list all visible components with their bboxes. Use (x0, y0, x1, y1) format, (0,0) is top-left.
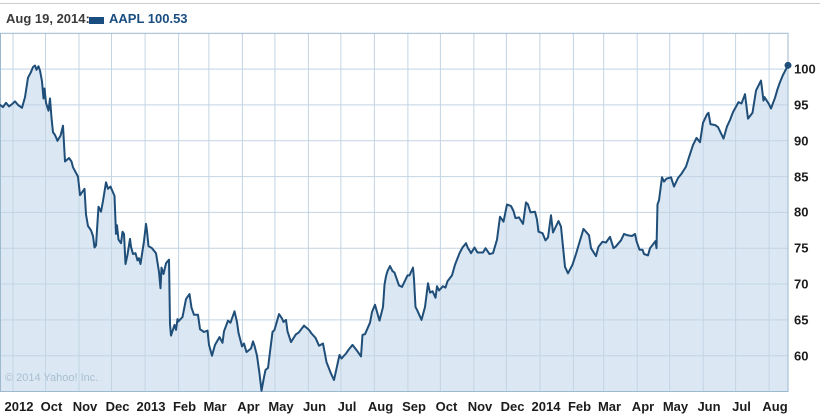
x-tick-label: Sep (402, 399, 426, 414)
y-tick-label: 60 (794, 348, 809, 364)
x-tick-label: Jul (732, 399, 751, 414)
y-tick-label: 80 (794, 204, 809, 220)
y-tick-label: 75 (794, 240, 809, 256)
x-tick-label: 2012 (4, 399, 34, 414)
x-tick-label: Nov (467, 399, 493, 414)
x-tick-label: Apr (237, 399, 260, 414)
last-price-dot (784, 61, 792, 69)
x-tick-label: Mar (597, 399, 622, 414)
x-tick-label: Nov (72, 399, 98, 414)
x-tick-label: Feb (172, 399, 197, 414)
x-tick-label: Mar (203, 399, 227, 414)
watermark: © 2014 Yahoo! Inc. (5, 372, 99, 384)
x-tick-label: Jun (302, 399, 327, 414)
y-tick-label: 100 (794, 61, 816, 77)
y-tick-label: 85 (794, 169, 809, 185)
x-tick-label: Jul (337, 399, 357, 414)
x-tick-label: Dec (105, 399, 130, 414)
x-tick-label: Oct (435, 399, 458, 414)
y-tick-label: 70 (794, 276, 809, 292)
x-tick-label: Oct (40, 399, 63, 414)
x-tick-label: Aug (367, 399, 394, 414)
x-tick-label: May (662, 399, 689, 414)
yahoo-finance-chart-page: Aug 19, 2014: AAPL 100.53 © 2014 Yahoo! … (0, 0, 820, 420)
x-tick-label: Feb (567, 399, 592, 414)
x-tick-label: Apr (631, 399, 655, 414)
y-tick-label: 90 (794, 133, 809, 149)
x-tick-label: 2013 (136, 399, 166, 414)
x-tick-label: Jun (697, 399, 721, 414)
y-tick-label: 65 (794, 312, 809, 328)
x-tick-label: 2014 (531, 399, 561, 414)
x-tick-label: Aug (762, 399, 788, 414)
y-tick-label: 95 (794, 97, 809, 113)
price-chart (0, 32, 792, 393)
x-tick-label: Dec (500, 399, 525, 414)
x-tick-label: May (268, 399, 294, 414)
